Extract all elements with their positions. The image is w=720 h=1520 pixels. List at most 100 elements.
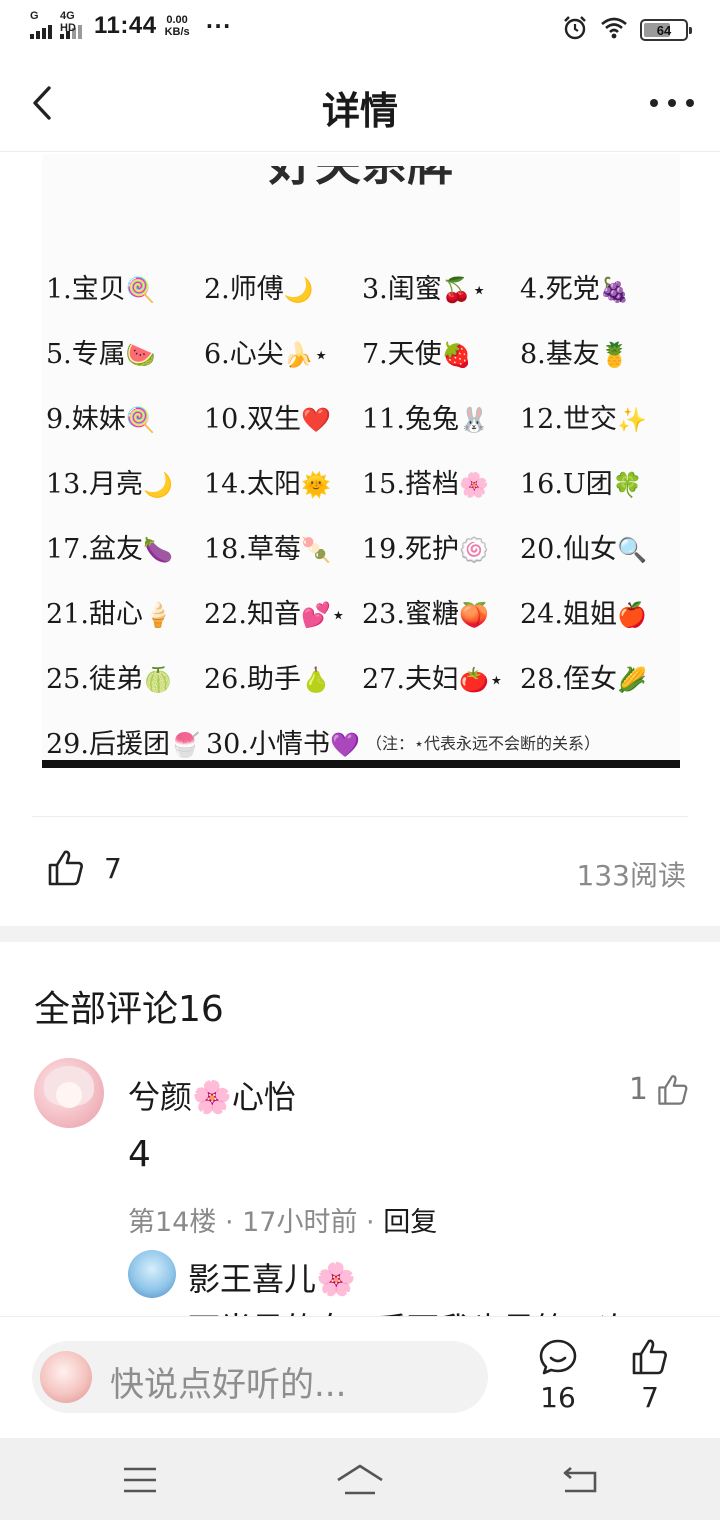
system-nav-bar bbox=[0, 1438, 720, 1520]
grid-cell-emoji: 🍅⋆ bbox=[458, 666, 504, 694]
reply-author-name[interactable]: 影王喜儿🌸 bbox=[188, 1254, 356, 1300]
network-speed: 0.00 KB/s bbox=[165, 14, 190, 38]
grid-cell-label: 20.仙女 bbox=[520, 534, 617, 565]
grid-cell: 28.侄女🌽 bbox=[520, 657, 678, 696]
likes-count: 7 bbox=[641, 1381, 659, 1414]
network-speed-value: 0.00 bbox=[166, 14, 188, 26]
grid-cell-emoji: 🍭 bbox=[125, 406, 156, 434]
comment-input-bar: 快说点好听的... 16 7 bbox=[0, 1316, 720, 1438]
read-count: 133阅读 bbox=[576, 859, 686, 892]
grid-cell-emoji: 🍦 bbox=[142, 601, 173, 629]
comment-time: 17小时前 bbox=[242, 1207, 358, 1238]
grid-cell-label: 6.心尖 bbox=[204, 339, 284, 370]
grid-cell-emoji: 🌽 bbox=[616, 666, 647, 694]
grid-cell-label: 15.搭档 bbox=[362, 469, 459, 500]
home-icon bbox=[337, 1464, 383, 1495]
comment-like-button[interactable]: 1 bbox=[629, 1072, 690, 1107]
grid-cell-emoji: ✨ bbox=[616, 406, 647, 434]
post-like-button[interactable]: 7 bbox=[46, 848, 122, 888]
grid-cell: 10.双生❤️ bbox=[204, 397, 362, 436]
grid-cell-label: 1.宝贝 bbox=[46, 274, 126, 305]
grid-cell-label: 3.闺蜜 bbox=[362, 274, 442, 305]
grid-cell: 18.草莓🍡 bbox=[204, 527, 362, 566]
grid-cell: 23.蜜糖🍑 bbox=[362, 592, 520, 631]
grid-cell-label: 16.U团 bbox=[520, 469, 613, 500]
reply-button[interactable]: 回复 bbox=[383, 1207, 437, 1238]
grid-cell: 2.师傅🌙 bbox=[204, 267, 362, 306]
status-left: G 4G HD 11:44 0.00 KB/s ··· bbox=[30, 10, 232, 40]
grid-row: 17.盆友🍆 18.草莓🍡 19.死护🍥 20.仙女🔍 bbox=[46, 514, 678, 579]
grid-cell-label: 4.死党 bbox=[520, 274, 600, 305]
dot-icon bbox=[686, 99, 694, 107]
grid-cell-emoji: 🍐 bbox=[300, 666, 331, 694]
grid-row: 25.徒弟🍈 26.助手🍐 27.夫妇🍅⋆ 28.侄女🌽 bbox=[46, 644, 678, 709]
grid-cell-label: 19.死护 bbox=[362, 534, 459, 565]
grid-cell-emoji: 🍒⋆ bbox=[441, 276, 487, 304]
grid-cell: 29.后援团🍧 bbox=[46, 722, 206, 761]
reply-avatar[interactable] bbox=[128, 1250, 176, 1298]
grid-cell: 30.小情书💜 bbox=[206, 722, 366, 761]
grid-cell-emoji: 🍉 bbox=[125, 341, 156, 369]
grid-cell-label: 29.后援团 bbox=[46, 729, 170, 760]
grid-cell-emoji: 🍌⋆ bbox=[283, 341, 329, 369]
dot-icon bbox=[668, 99, 676, 107]
comments-count: 16 bbox=[540, 1381, 576, 1414]
grid-cell: 24.姐姐🍎 bbox=[520, 592, 678, 631]
grid-cell: 22.知音💕⋆ bbox=[204, 592, 362, 631]
grid-cell-emoji: 🍈 bbox=[142, 666, 173, 694]
alarm-clock-icon bbox=[562, 15, 588, 45]
divider bbox=[32, 816, 688, 817]
image-heading: 好关系牌 bbox=[42, 166, 680, 206]
status-right: 64 bbox=[562, 15, 692, 45]
thumbs-up-icon bbox=[658, 1074, 688, 1105]
grid-cell: 27.夫妇🍅⋆ bbox=[362, 657, 520, 696]
post-like-count: 7 bbox=[104, 851, 122, 885]
more-options-button[interactable] bbox=[650, 86, 694, 120]
status-bar: G 4G HD 11:44 0.00 KB/s ··· 64 bbox=[0, 0, 720, 56]
commenter-name[interactable]: 兮颜🌸心怡 bbox=[128, 1072, 296, 1118]
comment-input[interactable]: 快说点好听的... bbox=[32, 1341, 488, 1413]
section-gap bbox=[0, 926, 720, 942]
grid-row: 5.专属🍉 6.心尖🍌⋆ 7.天使🍓 8.基友🍍 bbox=[46, 319, 678, 384]
grid-cell-label: 21.甜心 bbox=[46, 599, 143, 630]
grid-cell-emoji: 🍓 bbox=[441, 341, 472, 369]
comment-like-count: 1 bbox=[628, 1072, 648, 1107]
grid-cell-label: 25.徒弟 bbox=[46, 664, 143, 695]
dot-icon bbox=[650, 99, 658, 107]
battery-percent: 64 bbox=[656, 22, 672, 38]
comment-meta: 第14楼 · 17小时前 · 回复 bbox=[128, 1200, 437, 1239]
grid-cell-emoji: 🌸 bbox=[458, 471, 489, 499]
grid-cell-emoji: 🍑 bbox=[458, 601, 489, 629]
grid-cell: 17.盆友🍆 bbox=[46, 527, 204, 566]
like-button[interactable]: 7 bbox=[620, 1337, 680, 1414]
menu-button[interactable] bbox=[110, 1460, 170, 1500]
signal-icon-sim1: G bbox=[30, 10, 52, 39]
grid-cell-label: 17.盆友 bbox=[46, 534, 143, 565]
grid-cell: 5.专属🍉 bbox=[46, 332, 204, 371]
grid-cell: 25.徒弟🍈 bbox=[46, 657, 204, 696]
grid-cell-label: 10.双生 bbox=[204, 404, 301, 435]
grid-cell-label: 5.专属 bbox=[46, 339, 126, 370]
grid-row: 1.宝贝🍭 2.师傅🌙 3.闺蜜🍒⋆ 4.死党🍇 bbox=[46, 254, 678, 319]
grid-cell-label: 27.夫妇 bbox=[362, 664, 459, 695]
grid-cell-label: 13.月亮 bbox=[46, 469, 143, 500]
home-button[interactable] bbox=[330, 1460, 390, 1500]
meta-separator: · bbox=[357, 1207, 384, 1238]
grid-cell-emoji: 🔍 bbox=[616, 536, 647, 564]
grid-cell-emoji: 🍀 bbox=[612, 471, 643, 499]
grid-cell-emoji: 💜 bbox=[329, 731, 360, 759]
back-nav-button[interactable] bbox=[550, 1460, 610, 1500]
post-image[interactable]: 好关系牌 1.宝贝🍭2.师傅🌙3.闺蜜🍒⋆4.死党🍇5.专属🍉6.心尖🍌⋆7.天… bbox=[42, 154, 680, 768]
grid-cell-label: 8.基友 bbox=[520, 339, 600, 370]
grid-cell-emoji: 🍍 bbox=[599, 341, 630, 369]
comments-button[interactable]: 16 bbox=[528, 1337, 588, 1414]
image-bottom-border bbox=[42, 760, 680, 768]
more-notifications-icon: ··· bbox=[205, 14, 232, 38]
grid-cell: 19.死护🍥 bbox=[362, 527, 520, 566]
battery-icon: 64 bbox=[640, 19, 692, 41]
grid-cell: 16.U团🍀 bbox=[520, 462, 678, 501]
avatar[interactable] bbox=[34, 1058, 104, 1128]
grid-cell-label: 9.妹妹 bbox=[46, 404, 126, 435]
grid-cell-label: 18.草莓 bbox=[204, 534, 301, 565]
return-icon bbox=[563, 1467, 597, 1493]
